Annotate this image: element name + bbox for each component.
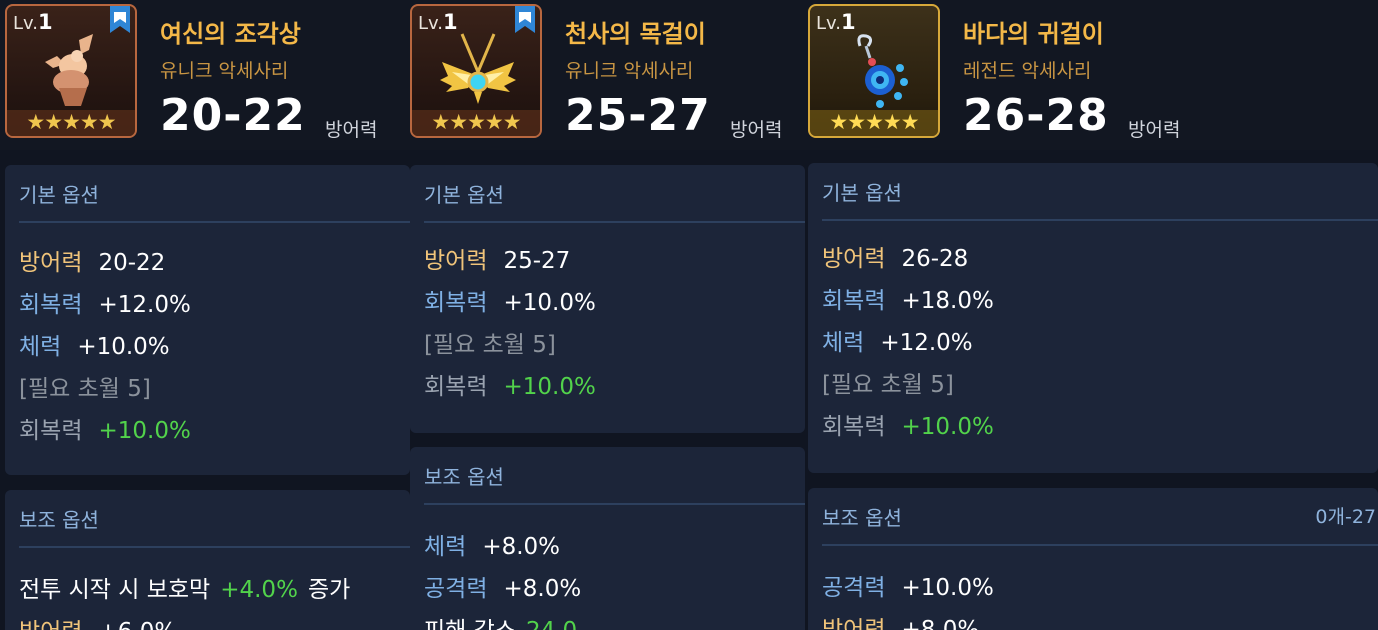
- item-level: Lv.1: [816, 10, 856, 34]
- panel-title: 기본 옵션: [822, 181, 902, 205]
- sub-options-panel: 보조 옵션 체력+8.0% 공격력+8.0% 피해 감소24.0: [410, 447, 805, 630]
- bookmark-icon: [110, 6, 130, 33]
- divider: [424, 503, 805, 505]
- item-header: Lv.1 ★★★★★ 천사의 목걸이 유니크 악세사리 25-27 방어력: [405, 0, 805, 150]
- bonus-stat-row: 회복력 +10.0%: [19, 418, 191, 444]
- defense-value: 26-28: [963, 90, 1109, 141]
- divider: [822, 544, 1378, 546]
- sub-option-count: 0개-27: [1315, 506, 1376, 528]
- item-name: 여신의 조각상: [160, 20, 301, 48]
- item-icon-frame[interactable]: Lv.1 ★★★★★: [808, 4, 940, 138]
- shield-stat-row: 전투 시작 시 보호막 +4.0% 증가: [19, 577, 351, 603]
- item-type: 유니크 악세사리: [160, 60, 289, 82]
- stat-row: 방어력 25-27: [424, 248, 571, 274]
- defense-label: 방어력: [325, 119, 378, 141]
- basic-options-panel: 기본 옵션 방어력 25-27 회복력 +10.0% [필요 초월 5] 회복력 +1…: [410, 165, 805, 433]
- basic-options-panel: 기본 옵션 방어력 26-28 회복력 +18.0% 체력 +12.0% [필요 초월…: [808, 163, 1378, 473]
- item-card-angel-necklace: Lv.1 ★★★★★ 천사의 목걸이 유니크 악세사리 25-27 방어력 기본…: [405, 0, 805, 630]
- stat-row: 회복력 +12.0%: [19, 292, 191, 318]
- sub-options-panel: 보조 옵션 전투 시작 시 보호막+4.0%증가 방어력+6.0%: [5, 490, 410, 630]
- bonus-stat-row: 회복력 +10.0%: [424, 374, 596, 400]
- stat-row: 체력 +12.0%: [822, 330, 973, 356]
- panel-title: 보조 옵션: [19, 508, 99, 532]
- divider: [424, 221, 805, 223]
- stat-row: 방어력 +8.0%: [822, 617, 980, 630]
- item-name: 바다의 귀걸이: [963, 20, 1104, 48]
- sea-earring-icon: [857, 34, 908, 108]
- panel-title: 기본 옵션: [19, 183, 99, 207]
- stat-row: 방어력+6.0%: [19, 612, 176, 630]
- divider: [19, 546, 410, 548]
- stat-row: 체력 +8.0%: [424, 534, 561, 560]
- item-icon-frame[interactable]: Lv.1 ★★★★★: [5, 4, 137, 138]
- defense-value: 25-27: [565, 90, 711, 141]
- item-card-goddess-statue: Lv.1 ★★★★★ 여신의 조각상 유니크 악세사리 20-22 방어력 기본…: [0, 0, 410, 630]
- item-header: Lv.1 ★★★★★ 바다의 귀걸이 레전드 악세사리 26-28 방어력: [803, 0, 1378, 150]
- stat-row: 피해 감소24.0: [424, 611, 577, 630]
- star-rating: ★★★★★: [412, 110, 540, 136]
- stat-row: 방어력 20-22: [19, 250, 166, 276]
- star-rating: ★★★★★: [810, 110, 938, 136]
- basic-options-panel: 기본 옵션 방어력 20-22 회복력 +12.0% 체력 +10.0% [필요 초월…: [5, 165, 410, 475]
- item-card-sea-earring: Lv.1 ★★★★★ 바다의 귀걸이 레전드 악세사리 26-28 방어력 기본…: [803, 0, 1378, 630]
- item-type: 유니크 악세사리: [565, 60, 694, 82]
- item-header: Lv.1 ★★★★★ 여신의 조각상 유니크 악세사리 20-22 방어력: [0, 0, 410, 150]
- defense-label: 방어력: [730, 119, 783, 141]
- goddess-statue-icon: [45, 34, 93, 106]
- panel-title: 보조 옵션: [822, 506, 902, 530]
- defense-value: 20-22: [160, 90, 306, 141]
- requirement-text: [필요 초월 5]: [19, 376, 151, 402]
- bookmark-icon: [515, 6, 535, 33]
- divider: [19, 221, 410, 223]
- stat-row: 공격력 +8.0%: [424, 576, 582, 602]
- bonus-stat-row: 회복력 +10.0%: [822, 414, 994, 440]
- stat-row: 방어력 26-28: [822, 246, 969, 272]
- item-type: 레전드 악세사리: [963, 60, 1092, 82]
- item-name: 천사의 목걸이: [565, 20, 706, 48]
- star-rating: ★★★★★: [7, 110, 135, 136]
- stat-row: 체력 +10.0%: [19, 334, 170, 360]
- item-icon-frame[interactable]: Lv.1 ★★★★★: [410, 4, 542, 138]
- requirement-text: [필요 초월 5]: [424, 332, 556, 358]
- panel-title: 보조 옵션: [424, 465, 504, 489]
- stat-row: 회복력 +10.0%: [424, 290, 596, 316]
- defense-label: 방어력: [1128, 119, 1181, 141]
- stat-row: 회복력 +18.0%: [822, 288, 994, 314]
- stat-row: 공격력 +10.0%: [822, 575, 994, 601]
- sub-options-panel: 보조 옵션 0개-27 공격력 +10.0% 방어력 +8.0%: [808, 488, 1378, 630]
- item-level: Lv.1: [418, 10, 458, 34]
- requirement-text: [필요 초월 5]: [822, 372, 954, 398]
- item-level: Lv.1: [13, 10, 53, 34]
- panel-title: 기본 옵션: [424, 183, 504, 207]
- divider: [822, 219, 1378, 221]
- angel-necklace-icon: [440, 33, 516, 104]
